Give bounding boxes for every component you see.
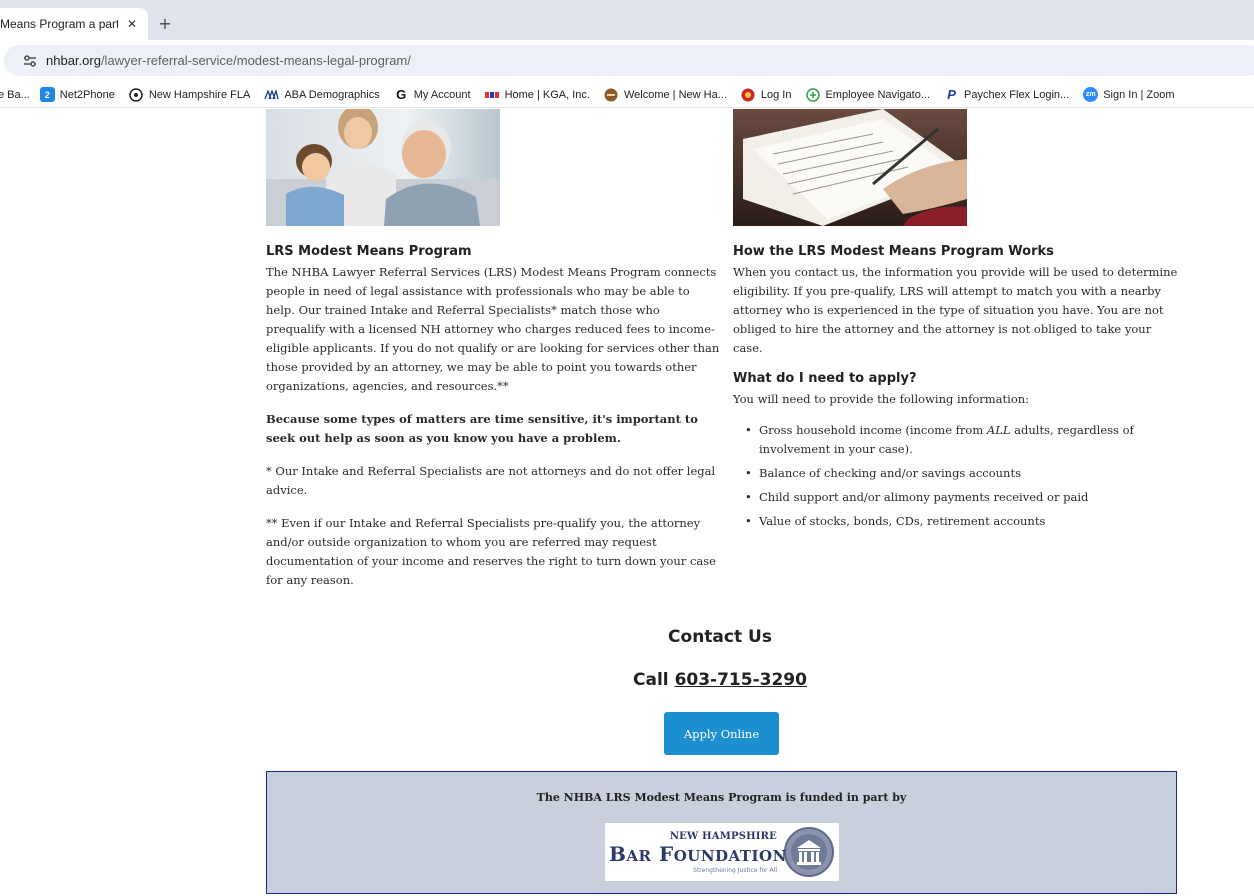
funding-text: The NHBA LRS Modest Means Program is fun… xyxy=(536,791,907,804)
logo-name: BAR FOUNDATION xyxy=(609,842,787,866)
bookmark-label: Paychex Flex Login... xyxy=(964,88,1070,101)
list-item: Value of stocks, bonds, CDs, retirement … xyxy=(745,512,1183,531)
requirements-intro: You will need to provide the following i… xyxy=(733,392,1030,406)
bookmark-0[interactable]: e Ba... xyxy=(0,89,30,101)
bookmark-my-account[interactable]: G My Account xyxy=(394,87,471,102)
bookmark-label: Home | KGA, Inc. xyxy=(504,88,590,101)
list-item: Gross household income (income from ALL … xyxy=(745,421,1183,459)
logo-letter: B xyxy=(609,842,627,866)
brown-circle-icon xyxy=(604,87,619,102)
call-line: Call 603-715-3290 xyxy=(0,670,1254,690)
bookmark-label: ABA Demographics xyxy=(284,88,380,101)
address-bar[interactable]: nhbar.org/lawyer-referral-service/modest… xyxy=(4,45,1254,76)
new-tab-button[interactable]: + xyxy=(154,12,176,34)
contact-heading: Contact Us xyxy=(668,627,772,647)
paychex-p-icon: P xyxy=(947,87,956,102)
url-host: nhbar.org xyxy=(46,53,101,68)
funding-box: The NHBA LRS Modest Means Program is fun… xyxy=(266,771,1177,894)
section-heading: LRS Modest Means Program xyxy=(266,244,472,259)
logo-tagline: Strengthening Justice for All xyxy=(693,867,777,874)
url-path: /lawyer-referral-service/modest-means-le… xyxy=(100,53,411,68)
g-logo-icon: G xyxy=(396,87,407,102)
bookmark-label: New Hampshire FLA xyxy=(148,88,251,101)
bookmark-label: e Ba... xyxy=(0,88,30,101)
logo-letter: F xyxy=(658,842,674,866)
logo-wordmark: NEW HAMPSHIRE BAR FOUNDATION Strengtheni… xyxy=(605,823,786,881)
logo-state: NEW HAMPSHIRE xyxy=(669,831,777,842)
apply-requirements-heading: What do I need to apply? xyxy=(733,371,917,386)
tab-strip: Means Program a part ✕ + xyxy=(0,0,1254,40)
kga-logo-icon xyxy=(484,87,500,102)
bookmark-label: Log In xyxy=(760,88,792,101)
program-description: LRS Modest Means Program The NHBA Lawyer… xyxy=(266,244,721,590)
bookmark-label: Employee Navigato... xyxy=(825,88,931,101)
call-prefix: Call xyxy=(633,670,675,690)
requirements-list: Gross household income (income from ALL … xyxy=(733,421,1183,531)
net2phone-icon: 2 xyxy=(39,87,55,102)
bookmark-welcome-new-ha[interactable]: Welcome | New Ha... xyxy=(604,87,727,102)
document-signing-photo xyxy=(733,109,967,226)
phone-link[interactable]: 603-715-3290 xyxy=(675,670,807,690)
bookmark-aba-demographics[interactable]: ABA Demographics xyxy=(264,87,380,102)
how-it-works: How the LRS Modest Means Program Works W… xyxy=(733,244,1183,536)
bookmark-label: Welcome | New Ha... xyxy=(623,88,727,101)
list-item: Balance of checking and/or savings accou… xyxy=(745,464,1183,483)
contact-heading-wrap: Contact Us xyxy=(0,627,1254,647)
bookmark-label: Net2Phone xyxy=(59,88,115,101)
bookmark-log-in[interactable]: Log In xyxy=(741,87,792,102)
close-tab-icon[interactable]: ✕ xyxy=(124,17,140,31)
bookmark-employee-navigator[interactable]: Employee Navigato... xyxy=(805,87,930,102)
red-circle-icon xyxy=(741,87,756,102)
list-item-emphasis: ALL xyxy=(986,423,1011,437)
bookmark-zoom[interactable]: zm Sign In | Zoom xyxy=(1083,87,1175,102)
green-plus-icon xyxy=(805,87,820,102)
apply-online-button[interactable]: Apply Online xyxy=(664,712,779,755)
browser-toolbar: nhbar.org/lawyer-referral-service/modest… xyxy=(0,40,1254,82)
url-text: nhbar.org/lawyer-referral-service/modest… xyxy=(46,53,411,68)
footnote-prequalify: ** Even if our Intake and Referral Speci… xyxy=(266,516,716,587)
logo-letters: AR xyxy=(626,847,652,865)
aba-logo-icon xyxy=(264,87,279,102)
bookmark-paychex[interactable]: P Paychex Flex Login... xyxy=(944,87,1069,102)
list-item: Child support and/or alimony payments re… xyxy=(745,488,1183,507)
program-intro-text: The NHBA Lawyer Referral Services (LRS) … xyxy=(266,265,720,393)
tab-title: Means Program a part xyxy=(0,17,118,31)
browser-tab[interactable]: Means Program a part ✕ xyxy=(0,8,148,40)
bar-foundation-logo[interactable]: NEW HAMPSHIRE BAR FOUNDATION Strengtheni… xyxy=(605,823,839,881)
bookmark-net2phone[interactable]: 2 Net2Phone xyxy=(39,87,115,102)
time-sensitive-note: Because some types of matters are time s… xyxy=(266,412,698,445)
bookmark-nh-fla[interactable]: New Hampshire FLA xyxy=(129,87,250,102)
site-settings-icon[interactable] xyxy=(22,53,38,69)
zoom-logo-icon: zm xyxy=(1083,87,1099,102)
bookmark-label: Sign In | Zoom xyxy=(1103,88,1175,101)
bookmark-kga[interactable]: Home | KGA, Inc. xyxy=(484,87,590,102)
family-photo xyxy=(266,109,500,226)
logo-letters: OUNDATION xyxy=(673,847,787,865)
circle-logo-icon xyxy=(129,87,144,102)
courthouse-seal-icon xyxy=(783,826,835,878)
how-it-works-text: When you contact us, the information you… xyxy=(733,265,1178,355)
footnote-specialists: * Our Intake and Referral Specialists ar… xyxy=(266,464,716,497)
bookmarks-bar: e Ba... 2 Net2Phone New Hampshire FLA AB… xyxy=(0,82,1254,108)
section-heading: How the LRS Modest Means Program Works xyxy=(733,244,1054,259)
bookmark-label: My Account xyxy=(413,88,471,101)
list-item-text: Gross household income (income from xyxy=(759,423,987,437)
